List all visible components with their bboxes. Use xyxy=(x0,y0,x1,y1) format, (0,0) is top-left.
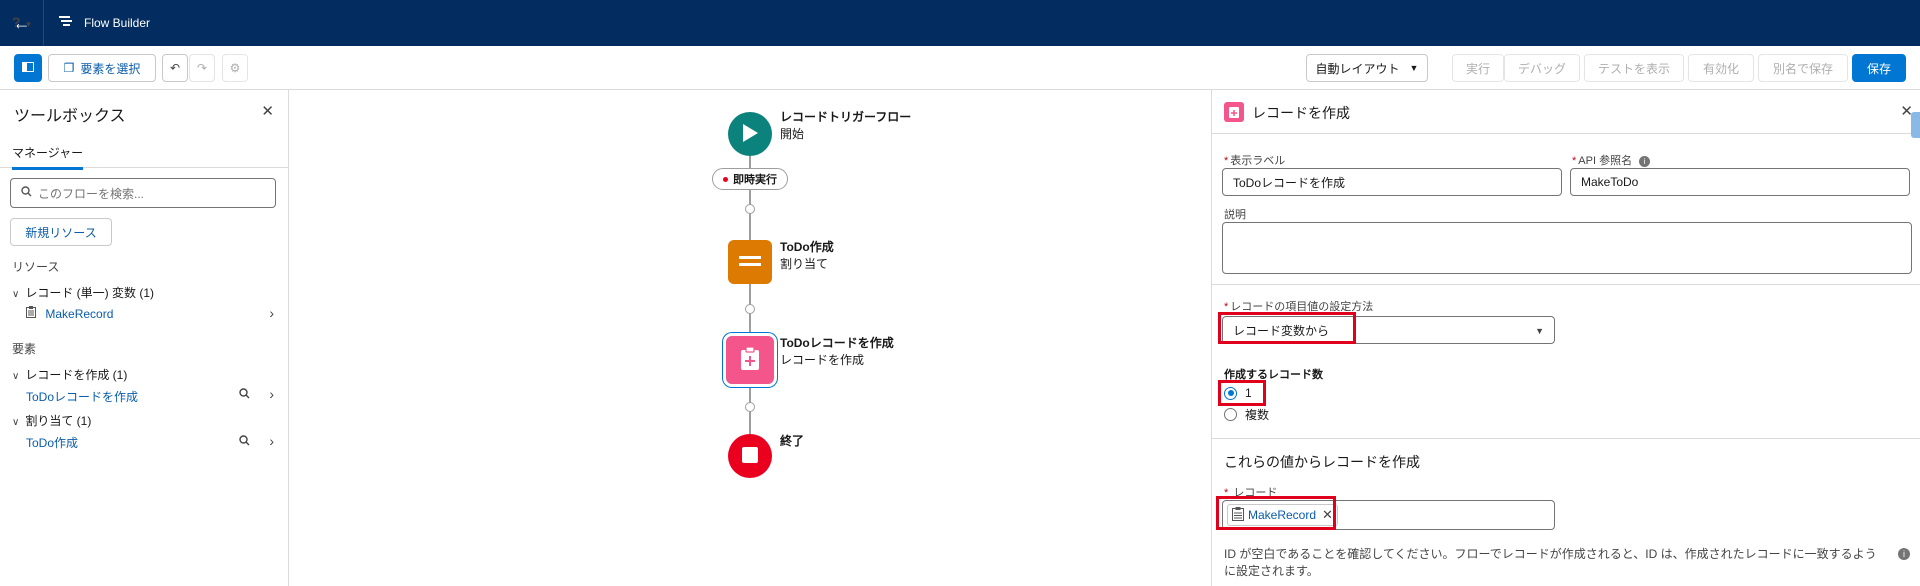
help-menu-button[interactable]: ? ▼ xyxy=(12,14,672,33)
toolbox-title: ツールボックス xyxy=(14,108,126,125)
layout-dropdown[interactable]: 自動レイアウト ▼ xyxy=(1306,54,1428,82)
search-input[interactable]: このフローを検索... xyxy=(10,178,276,208)
description-textarea[interactable] xyxy=(1222,222,1912,274)
chevron-right-icon[interactable]: › xyxy=(269,386,274,402)
activate-button[interactable]: 有効化 xyxy=(1688,54,1754,82)
resources-header: リソース xyxy=(12,260,60,274)
radio-unchecked-icon xyxy=(1224,408,1237,421)
chevron-down-icon: ▼ xyxy=(1409,63,1419,73)
description-field-label: 説明 xyxy=(1224,209,1246,221)
radio-count-many[interactable]: 複数 xyxy=(1224,406,1269,423)
new-resource-button[interactable]: 新規リソース xyxy=(10,218,112,246)
save-button[interactable]: 保存 xyxy=(1852,54,1906,82)
create-record-icon xyxy=(739,345,761,374)
chevron-down-icon: ∨ xyxy=(12,289,20,300)
chevron-right-icon[interactable]: › xyxy=(269,433,274,449)
search-placeholder: このフローを検索... xyxy=(38,186,145,201)
info-icon[interactable]: i xyxy=(1898,548,1910,560)
undo-icon: ↶ xyxy=(169,61,181,75)
search-icon xyxy=(21,186,32,200)
elements-header: 要素 xyxy=(12,342,37,356)
flow-canvas[interactable]: レコードトリガーフロー 開始 即時実行 ToDo作成 割り当て ToDoレコード… xyxy=(290,90,1210,586)
close-icon[interactable]: ✕ xyxy=(261,102,274,120)
chevron-down-icon: ▼ xyxy=(1535,326,1544,336)
api-name-field-label: * API 参照名 i xyxy=(1572,152,1651,168)
connector-line xyxy=(749,190,751,240)
create-record-node-label: ToDoレコードを作成 レコードを作成 xyxy=(780,336,894,367)
gear-icon: ⚙ xyxy=(229,61,241,75)
api-name-input[interactable]: MakeToDo xyxy=(1570,168,1910,196)
chevron-right-icon[interactable]: › xyxy=(269,305,274,321)
chevron-down-icon: ▼ xyxy=(24,20,33,29)
end-node[interactable] xyxy=(728,434,772,478)
highlight-box xyxy=(1218,312,1356,344)
add-element-dot[interactable] xyxy=(745,204,755,214)
property-editor-panel: レコードを作成 ✕ * 表示ラベル ToDoレコードを作成 * API 参照名 i … xyxy=(1211,90,1920,586)
help-text: ID が空白であることを確認してください。フローでレコードが作成されると、ID … xyxy=(1224,547,1877,578)
search-icon[interactable] xyxy=(239,388,250,402)
run-immediately-path[interactable]: 即時実行 xyxy=(712,168,788,190)
assignment-group[interactable]: ∨ 割り当て (1) xyxy=(12,412,91,429)
assignment-icon xyxy=(739,254,761,271)
divider xyxy=(1212,438,1920,439)
resource-item-makerecord[interactable]: MakeRecord xyxy=(26,306,113,321)
create-record-icon xyxy=(1224,102,1244,122)
start-node[interactable] xyxy=(728,112,772,156)
debug-button[interactable]: デバッグ xyxy=(1504,54,1580,82)
toolbox-panel: ツールボックス ✕ マネージャー このフローを検索... 新規リソース リソース… xyxy=(0,90,289,586)
undo-button[interactable]: ↶ xyxy=(162,54,188,82)
panel-collapse-tab[interactable] xyxy=(1911,112,1920,138)
clipboard-icon xyxy=(26,306,39,321)
record-variable-group[interactable]: ∨ レコード (単一) 変数 (1) xyxy=(12,284,154,301)
label-field-label: * 表示ラベル xyxy=(1224,155,1286,167)
run-button[interactable]: 実行 xyxy=(1452,54,1504,82)
info-icon[interactable]: i xyxy=(1639,156,1651,167)
copy-icon: ❐ xyxy=(63,61,75,75)
panel-title: レコードを作成 xyxy=(1252,105,1350,121)
redo-button[interactable]: ↷ xyxy=(189,54,215,82)
assignment-node-label: ToDo作成 割り当て xyxy=(780,240,834,271)
flow-settings-button[interactable]: ⚙ xyxy=(222,54,248,82)
play-icon xyxy=(741,123,759,146)
create-record-node[interactable] xyxy=(723,333,777,387)
values-section-title: これらの値からレコードを作成 xyxy=(1224,454,1420,470)
select-elements-button[interactable]: ❐ 要素を選択 xyxy=(48,54,156,82)
highlight-box xyxy=(1218,380,1266,406)
start-node-label: レコードトリガーフロー 開始 xyxy=(780,110,912,141)
redo-icon: ↷ xyxy=(196,61,208,75)
save-as-button[interactable]: 別名で保存 xyxy=(1758,54,1848,82)
panel-header: レコードを作成 ✕ xyxy=(1212,90,1920,138)
add-element-dot[interactable] xyxy=(745,304,755,314)
end-node-label: 終了 xyxy=(780,434,805,448)
divider xyxy=(1212,284,1920,285)
tab-manager[interactable]: マネージャー xyxy=(12,144,84,170)
stop-icon xyxy=(742,446,758,466)
chevron-down-icon: ∨ xyxy=(12,417,20,428)
panel-icon xyxy=(22,61,34,75)
assignment-node[interactable] xyxy=(728,240,772,284)
status-dot-icon xyxy=(723,176,728,182)
element-item-create-todo[interactable]: ToDoレコードを作成 xyxy=(26,388,138,405)
connector-line xyxy=(749,156,751,168)
show-tests-button[interactable]: テストを表示 xyxy=(1584,54,1684,82)
toggle-toolbox-button[interactable] xyxy=(14,54,42,82)
highlight-box xyxy=(1216,496,1336,530)
chevron-down-icon: ∨ xyxy=(12,371,20,382)
label-input[interactable]: ToDoレコードを作成 xyxy=(1222,168,1562,196)
toolbox-tabs: マネージャー xyxy=(0,140,289,170)
create-records-group[interactable]: ∨ レコードを作成 (1) xyxy=(12,366,127,383)
toolbar: ❐ 要素を選択 ↶ ↷ ⚙ 自動レイアウト ▼ 実行 デバッグ テストを表示 有効化… xyxy=(0,46,1920,90)
add-element-dot[interactable] xyxy=(745,402,755,412)
element-item-todo-assign[interactable]: ToDo作成 xyxy=(26,434,78,451)
top-bar: ← Flow Builder ? ▼ xyxy=(0,0,1920,46)
search-icon[interactable] xyxy=(239,435,250,449)
